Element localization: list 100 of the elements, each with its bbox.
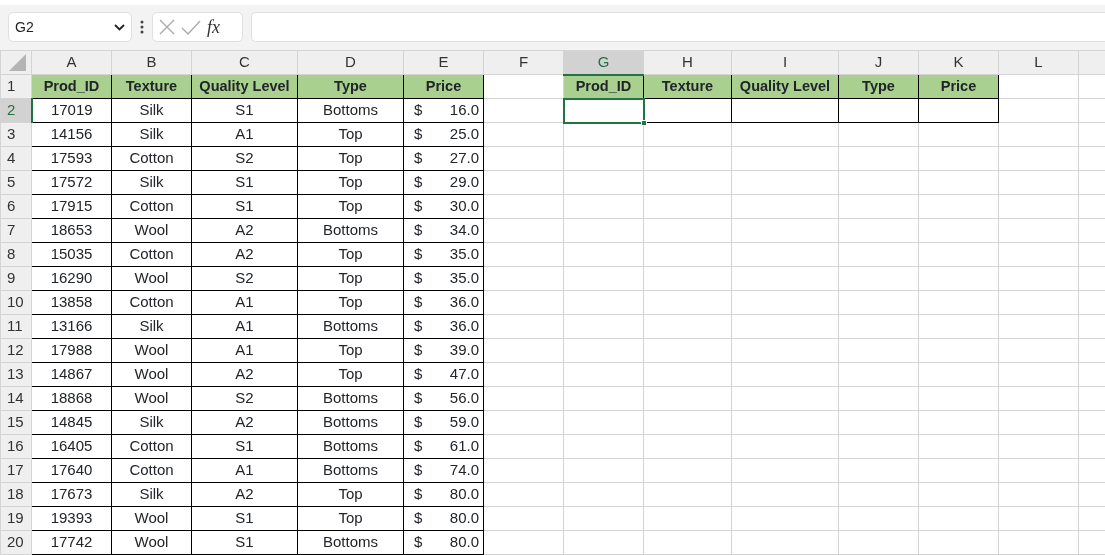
table-cell: Silk <box>111 170 192 195</box>
empty-cell[interactable] <box>918 98 999 123</box>
row-header[interactable]: 3 <box>0 122 32 147</box>
table-cell: Top <box>297 194 404 219</box>
name-box[interactable]: G2 <box>8 12 132 42</box>
table-cell: 14845 <box>31 410 112 435</box>
table-cell: Wool <box>111 530 192 555</box>
table-cell: Bottoms <box>297 530 404 555</box>
table-cell: A2 <box>191 482 298 507</box>
table-cell: 17593 <box>31 146 112 171</box>
table-cell: A1 <box>191 314 298 339</box>
empty-cell[interactable] <box>838 98 919 123</box>
row-header[interactable]: 18 <box>0 482 32 507</box>
column-header[interactable]: A <box>31 50 112 75</box>
table-cell: Top <box>297 122 404 147</box>
table-cell: A1 <box>191 290 298 315</box>
currency-symbol: $ <box>414 341 423 359</box>
price-value: 80.0 <box>449 532 479 553</box>
price-value: 29.0 <box>449 172 479 193</box>
price-value: 59.0 <box>449 412 479 433</box>
table-cell: Wool <box>111 506 192 531</box>
table-cell: Wool <box>111 362 192 387</box>
fill-handle[interactable] <box>640 119 647 126</box>
column-heading: Type <box>297 74 404 99</box>
table-cell: A1 <box>191 122 298 147</box>
table-cell: S1 <box>191 434 298 459</box>
empty-cell[interactable] <box>563 98 644 123</box>
table-cell: Top <box>297 482 404 507</box>
table-cell: Top <box>297 266 404 291</box>
currency-symbol: $ <box>414 173 423 191</box>
price-value: 80.0 <box>449 508 479 529</box>
formula-input[interactable] <box>251 12 1105 42</box>
row-header[interactable]: 13 <box>0 362 32 387</box>
dropdown-icon[interactable] <box>114 23 125 31</box>
table-cell: 17673 <box>31 482 112 507</box>
row-header[interactable]: 19 <box>0 506 32 531</box>
table-cell: Cotton <box>111 434 192 459</box>
row-header[interactable]: 10 <box>0 290 32 315</box>
table-cell: Top <box>297 290 404 315</box>
empty-cell[interactable] <box>731 98 839 123</box>
row-header[interactable]: 12 <box>0 338 32 363</box>
currency-symbol: $ <box>414 149 423 167</box>
insert-function-button[interactable]: fx <box>207 18 220 36</box>
column-heading: Texture <box>643 74 732 99</box>
table-cell: Silk <box>111 98 192 123</box>
table-cell: A1 <box>191 458 298 483</box>
table-cell: Wool <box>111 386 192 411</box>
column-header[interactable]: H <box>643 50 732 75</box>
row-header[interactable]: 2 <box>0 98 32 123</box>
table-cell: S1 <box>191 170 298 195</box>
column-header[interactable]: C <box>191 50 298 75</box>
column-header[interactable]: E <box>403 50 484 75</box>
row-header[interactable]: 7 <box>0 218 32 243</box>
table-cell: 14156 <box>31 122 112 147</box>
row-header[interactable]: 1 <box>0 74 32 99</box>
more-icon[interactable] <box>140 20 144 34</box>
row-header[interactable]: 17 <box>0 458 32 483</box>
table-cell: 14867 <box>31 362 112 387</box>
column-header[interactable]: G <box>563 50 644 75</box>
currency-symbol: $ <box>414 389 423 407</box>
currency-symbol: $ <box>414 269 423 287</box>
table-cell: Silk <box>111 122 192 147</box>
table-cell: A2 <box>191 362 298 387</box>
column-header[interactable]: K <box>918 50 999 75</box>
row-header[interactable]: 15 <box>0 410 32 435</box>
table-cell: Top <box>297 242 404 267</box>
currency-symbol: $ <box>414 485 423 503</box>
price-value: 30.0 <box>449 196 479 217</box>
table-cell: Cotton <box>111 194 192 219</box>
row-header[interactable]: 20 <box>0 530 32 555</box>
table-cell: Bottoms <box>297 410 404 435</box>
row-header[interactable]: 16 <box>0 434 32 459</box>
row-header[interactable]: 8 <box>0 242 32 267</box>
table-cell: 18653 <box>31 218 112 243</box>
table-cell: Top <box>297 506 404 531</box>
row-header[interactable]: 11 <box>0 314 32 339</box>
column-header[interactable]: D <box>297 50 404 75</box>
price-value: 56.0 <box>449 388 479 409</box>
column-header[interactable]: F <box>483 50 564 75</box>
table-cell: Top <box>297 362 404 387</box>
table-cell: A2 <box>191 242 298 267</box>
row-header[interactable]: 5 <box>0 170 32 195</box>
price-value: 36.0 <box>449 316 479 337</box>
currency-symbol: $ <box>414 413 423 431</box>
table-cell: Bottoms <box>297 458 404 483</box>
table-cell: A2 <box>191 410 298 435</box>
column-header[interactable]: B <box>111 50 192 75</box>
row-header[interactable]: 4 <box>0 146 32 171</box>
row-header[interactable]: 6 <box>0 194 32 219</box>
column-header[interactable]: J <box>838 50 919 75</box>
column-header[interactable]: L <box>998 50 1079 75</box>
column-header[interactable]: I <box>731 50 839 75</box>
row-header[interactable]: 9 <box>0 266 32 291</box>
table-cell: Silk <box>111 410 192 435</box>
table-cell: Bottoms <box>297 386 404 411</box>
currency-symbol: $ <box>414 101 423 119</box>
table-cell: Cotton <box>111 458 192 483</box>
table-cell: S1 <box>191 506 298 531</box>
table-cell: Top <box>297 338 404 363</box>
row-header[interactable]: 14 <box>0 386 32 411</box>
